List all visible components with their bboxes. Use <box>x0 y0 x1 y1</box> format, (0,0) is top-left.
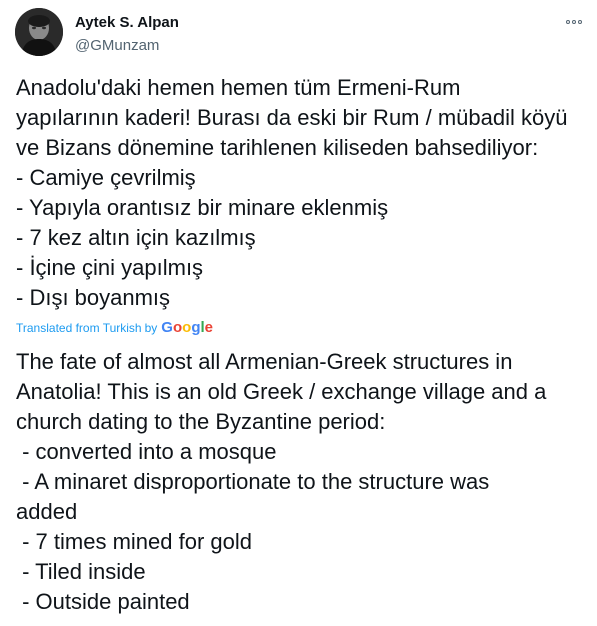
google-logo-letter: o <box>172 319 183 336</box>
tweet-text-line: - 7 kez altın için kazılmış <box>16 225 256 250</box>
google-logo-letter: o <box>182 319 192 336</box>
more-horizontal-icon <box>566 20 570 24</box>
display-name[interactable]: Aytek S. Alpan <box>75 13 179 32</box>
author-info: Aytek S. Alpan @GMunzam <box>75 13 179 55</box>
tweet-text-line: - İçine çini yapılmış <box>16 255 204 280</box>
translated-text-line: church dating to the Byzantine period: <box>16 409 386 434</box>
translated-by-label: by <box>144 321 158 335</box>
tweet-text-line: - Yapıyla orantısız bir minare eklenmiş <box>16 195 389 220</box>
translated-text-line: - Tiled inside <box>16 559 146 584</box>
tweet-text-line: Anadolu'daki hemen hemen tüm Ermeni-Rum <box>16 75 461 100</box>
user-handle[interactable]: @GMunzam <box>75 36 179 55</box>
google-logo-letter: e <box>204 319 213 336</box>
translated-text-line: The fate of almost all Armenian-Greek st… <box>16 349 513 374</box>
translated-text-line: - converted into a mosque <box>16 439 277 464</box>
translated-text: The fate of almost all Armenian-Greek st… <box>16 347 586 617</box>
google-logo-letter: G <box>161 319 173 336</box>
translated-text-line: added <box>16 499 78 524</box>
translated-text-line: - A minaret disproportionate to the stru… <box>16 469 490 494</box>
translation-attribution[interactable]: Translated from Turkish by Google <box>16 319 213 337</box>
translated-text-line: - Outside painted <box>16 589 190 614</box>
more-options-button[interactable] <box>561 12 587 32</box>
tweet-text: Anadolu'daki hemen hemen tüm Ermeni-Rum … <box>16 73 586 313</box>
avatar[interactable] <box>15 8 63 56</box>
more-horizontal-icon <box>578 20 582 24</box>
tweet-text-line: ve Bizans dönemine tarihlenen kiliseden … <box>16 135 539 160</box>
tweet-text-line: - Dışı boyanmış <box>16 285 171 310</box>
translated-text-line: - 7 times mined for gold <box>16 529 252 554</box>
tweet: Aytek S. Alpan @GMunzam Anadolu'daki hem… <box>0 0 597 626</box>
tweet-text-line: yapılarının kaderi! Burası da eski bir R… <box>16 105 568 130</box>
more-horizontal-icon <box>572 20 576 24</box>
translated-text-line: Anatolia! This is an old Greek / exchang… <box>16 379 547 404</box>
tweet-text-line: - Camiye çevrilmiş <box>16 165 196 190</box>
google-logo: Google <box>161 319 213 337</box>
translated-from-label: Translated from Turkish <box>16 321 142 335</box>
avatar-image <box>15 8 63 56</box>
